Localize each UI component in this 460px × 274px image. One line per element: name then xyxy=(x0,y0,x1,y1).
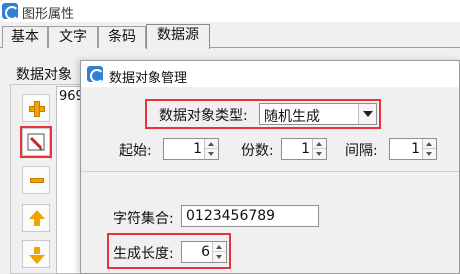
copies-label: 份数: xyxy=(241,143,274,159)
type-highlight xyxy=(145,99,381,129)
interval-value: 1 xyxy=(411,141,420,157)
tab-barcode[interactable]: 条码 xyxy=(98,26,146,48)
charset-label: 字符集合: xyxy=(113,211,174,227)
dialog-title: 数据对象管理 xyxy=(109,71,188,86)
start-stepper[interactable]: 1 xyxy=(163,138,219,160)
interval-label: 间隔: xyxy=(345,143,378,159)
tab-data-source[interactable]: 数据源 xyxy=(146,24,210,49)
dialog-title-bar: 数据对象管理 xyxy=(81,61,459,87)
data-object-manager-dialog: 数据对象管理 数据对象类型: 随机生成 起始: 1 份数: 1 间隔: 1 字符… xyxy=(80,60,460,274)
spin-down-icon[interactable] xyxy=(423,149,436,159)
add-button[interactable] xyxy=(22,94,50,122)
spin-up-icon[interactable] xyxy=(205,139,218,149)
start-value: 1 xyxy=(193,141,202,157)
app-icon xyxy=(87,66,104,83)
spin-down-icon[interactable] xyxy=(205,149,218,159)
window-title: 图形属性 xyxy=(22,7,75,22)
copies-value: 1 xyxy=(301,141,310,157)
window-title-bar: 图形属性 xyxy=(0,0,460,22)
length-highlight xyxy=(107,233,231,269)
move-down-button[interactable] xyxy=(22,240,50,268)
app-icon xyxy=(2,3,19,20)
charset-value: 0123456789 xyxy=(186,208,276,224)
tab-strip: 基本 文字 条码 数据源 xyxy=(0,24,460,49)
interval-stepper[interactable]: 1 xyxy=(389,138,437,160)
tab-basic[interactable]: 基本 xyxy=(2,26,48,48)
delete-button[interactable] xyxy=(22,166,50,194)
spin-up-icon[interactable] xyxy=(423,139,436,149)
edit-button-highlight xyxy=(20,126,52,158)
minus-icon xyxy=(30,178,44,183)
spin-down-icon[interactable] xyxy=(313,149,326,159)
charset-field[interactable]: 0123456789 xyxy=(181,205,319,227)
start-label: 起始: xyxy=(119,143,152,159)
copies-stepper[interactable]: 1 xyxy=(281,138,327,160)
data-object-group-label: 数据对象 xyxy=(16,67,72,83)
divider xyxy=(81,171,459,172)
tab-text[interactable]: 文字 xyxy=(48,26,98,48)
spin-up-icon[interactable] xyxy=(313,139,326,149)
move-up-button[interactable] xyxy=(22,204,50,232)
